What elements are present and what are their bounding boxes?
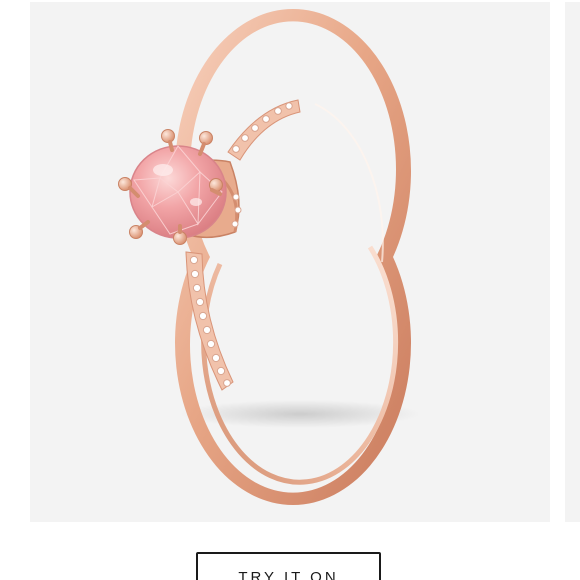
product-page: TRY IT ON	[0, 0, 580, 580]
product-image	[118, 9, 420, 505]
try-it-on-label: TRY IT ON	[238, 569, 339, 580]
try-it-on-button[interactable]: TRY IT ON	[196, 552, 381, 580]
next-slide-preview	[565, 2, 580, 522]
next-image-button[interactable]	[538, 302, 550, 346]
chevron-right-icon	[547, 307, 550, 341]
product-image-gallery[interactable]	[30, 2, 550, 522]
